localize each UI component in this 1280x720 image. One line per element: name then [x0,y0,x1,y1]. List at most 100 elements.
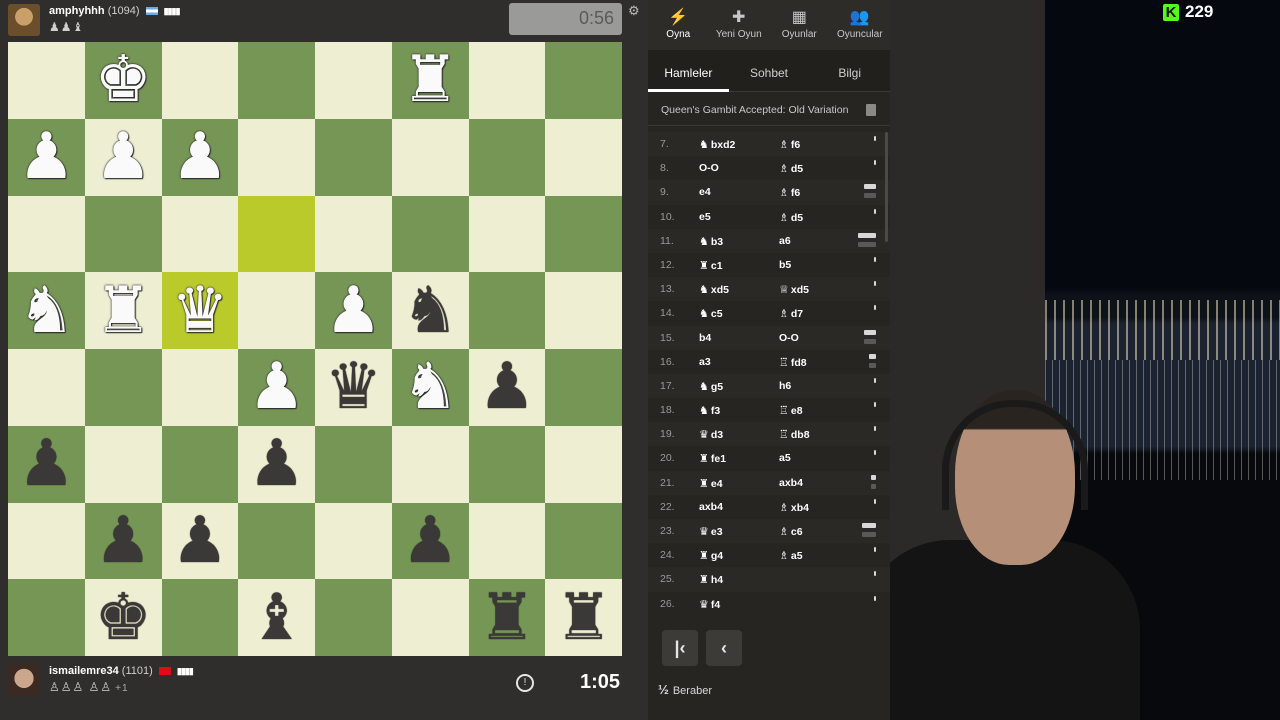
board-square[interactable]: ♛ [315,349,392,426]
white-knight-icon[interactable]: ♞ [18,279,75,343]
board-square[interactable] [315,579,392,656]
board-square[interactable] [391,579,469,656]
white-move[interactable]: ♜ c1 [699,259,723,272]
move-list[interactable]: 7. ♞ bxd2 ♗ f6 8. O-O ♗ d5 9. e4 ♗ f6 10. e5 ♗ d5 11. ♞ b3 a… [648,132,890,616]
white-move[interactable]: ♞ f3 [699,404,720,417]
board-square[interactable] [84,349,162,426]
white-pawn-icon[interactable]: ♟ [248,355,305,419]
white-move[interactable]: ♞ c5 [699,307,723,320]
black-move[interactable]: b5 [779,259,791,271]
black-move[interactable]: ♗ a5 [779,549,803,562]
board-square[interactable] [391,118,469,196]
board-square[interactable]: ♜ [84,272,162,349]
black-pawn-icon[interactable]: ♟ [171,509,228,573]
board-square[interactable] [8,349,85,426]
white-move[interactable]: ♞ g5 [699,380,723,393]
nav-new-game[interactable]: ✚ Yeni Oyun [709,0,770,50]
board-square[interactable] [238,272,315,349]
white-knight-icon[interactable]: ♞ [401,355,458,419]
board-square[interactable]: ♟ [84,118,162,196]
board-square[interactable] [8,195,85,273]
white-pawn-icon[interactable]: ♟ [171,125,228,189]
black-move[interactable]: ♕ xd5 [779,283,809,296]
board-square[interactable] [84,425,162,503]
black-move[interactable]: O-O [779,332,799,344]
black-pawn-icon[interactable]: ♟ [478,355,535,419]
black-move[interactable]: ♖ db8 [779,428,810,441]
black-move[interactable]: ♗ d5 [779,211,803,224]
white-move[interactable]: ♛ f4 [699,598,720,611]
board-square[interactable] [315,42,392,119]
board-square[interactable]: ♟ [8,118,85,196]
board-square[interactable] [468,42,546,119]
nav-players[interactable]: 👥 Oyuncular [830,0,891,50]
board-square[interactable]: ♟ [238,349,315,426]
gear-icon[interactable]: ⚙ [628,4,640,17]
board-square[interactable]: ♟ [391,502,469,580]
white-move[interactable]: a3 [699,356,711,368]
board-square[interactable]: ♟ [315,272,392,349]
board-square[interactable]: ♟ [161,118,239,196]
black-move[interactable]: ♗ f6 [779,138,800,151]
board-square[interactable] [315,502,392,580]
black-pawn-icon[interactable]: ♟ [18,432,75,496]
board-square[interactable]: ♟ [8,425,85,503]
opening-name[interactable]: Queen's Gambit Accepted: Old Variation [648,92,890,126]
draw-offer[interactable]: ½ Beraber [648,676,890,700]
tab-chat[interactable]: Sohbet [729,50,810,91]
board-square[interactable] [468,425,546,503]
white-move[interactable]: ♞ xd5 [699,283,729,296]
board-square[interactable]: ♞ [391,272,469,349]
board-square[interactable]: ♝ [238,579,315,656]
board-square[interactable] [391,425,469,503]
board-square[interactable] [8,42,85,119]
white-move[interactable]: ♜ h4 [699,573,723,586]
board-square[interactable]: ♜ [468,579,546,656]
board-square[interactable] [315,118,392,196]
top-player-username[interactable]: amphyhhh [49,5,105,17]
bottom-player-name[interactable]: ismailemre34 (1101) ▮▮▮▮ [49,665,194,677]
white-pawn-icon[interactable]: ♟ [18,125,75,189]
white-move[interactable]: axb4 [699,501,723,513]
board-square[interactable] [8,579,85,656]
white-rook-icon[interactable]: ♜ [94,279,151,343]
board-square[interactable] [545,118,622,196]
board-square[interactable] [238,42,315,119]
board-square[interactable] [315,425,392,503]
black-move[interactable]: ♗ xb4 [779,501,809,514]
board-square[interactable] [161,42,239,119]
board-square[interactable] [545,42,622,119]
black-rook-icon[interactable]: ♜ [478,586,535,650]
board-square[interactable] [161,579,239,656]
board-square[interactable] [545,425,622,503]
chess-board[interactable]: ♚ ♜ ♟ ♟ ♟ ♞ ♜ ♛ ♟ ♞ ♟ ♛ ♞ ♟ ♟ ♟ ♟ ♟ ♟ ♚ ♝ ♜ ♜ [8,42,622,656]
white-move[interactable]: ♛ e3 [699,525,723,538]
board-square[interactable] [238,195,315,273]
black-move[interactable]: axb4 [779,477,803,489]
black-move[interactable]: a6 [779,235,791,247]
white-move[interactable]: ♜ e4 [699,477,723,490]
board-square[interactable] [468,118,546,196]
white-move[interactable]: O-O [699,162,719,174]
top-player-name[interactable]: amphyhhh (1094) ▮▮▮▮ [49,5,180,17]
board-square[interactable]: ♞ [391,349,469,426]
white-move[interactable]: e4 [699,186,711,198]
black-bishop-icon[interactable]: ♝ [248,586,305,650]
board-square[interactable] [161,349,239,426]
white-move[interactable]: e5 [699,211,711,223]
move-list-scrollbar[interactable] [885,132,888,242]
black-queen-icon[interactable]: ♛ [325,355,382,419]
black-rook-icon[interactable]: ♜ [555,586,612,650]
board-square[interactable]: ♟ [468,349,546,426]
tab-moves[interactable]: Hamleler [648,50,729,92]
tab-info[interactable]: Bilgi [809,50,890,91]
black-move[interactable]: ♖ e8 [779,404,803,417]
board-square[interactable] [545,502,622,580]
board-square[interactable] [161,425,239,503]
board-square[interactable]: ♚ [84,579,162,656]
board-square[interactable] [391,195,469,273]
white-move[interactable]: ♞ b3 [699,235,723,248]
white-pawn-icon[interactable]: ♟ [94,125,151,189]
top-player-avatar[interactable] [8,4,40,36]
board-square[interactable] [545,272,622,349]
